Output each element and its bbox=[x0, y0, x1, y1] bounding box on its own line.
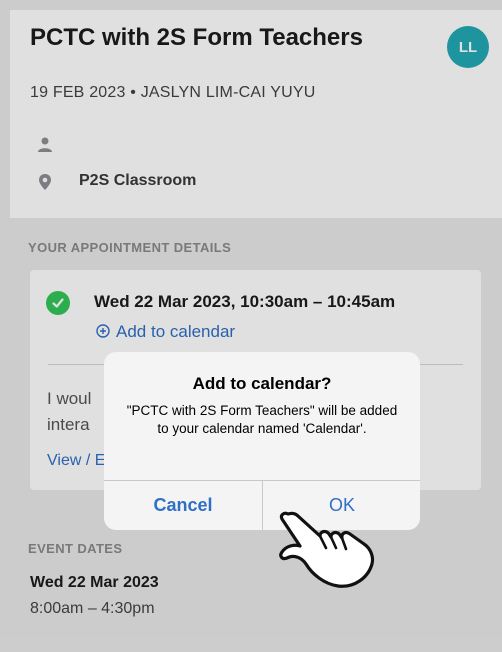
cancel-button[interactable]: Cancel bbox=[104, 481, 262, 530]
dialog-title: Add to calendar? bbox=[192, 374, 332, 393]
modal-overlay bbox=[0, 0, 502, 652]
pointing-hand-icon bbox=[279, 511, 375, 588]
dialog-message: "PCTC with 2S Form Teachers" will be add… bbox=[126, 403, 398, 436]
add-to-calendar-dialog: Add to calendar? "PCTC with 2S Form Teac… bbox=[104, 352, 420, 530]
